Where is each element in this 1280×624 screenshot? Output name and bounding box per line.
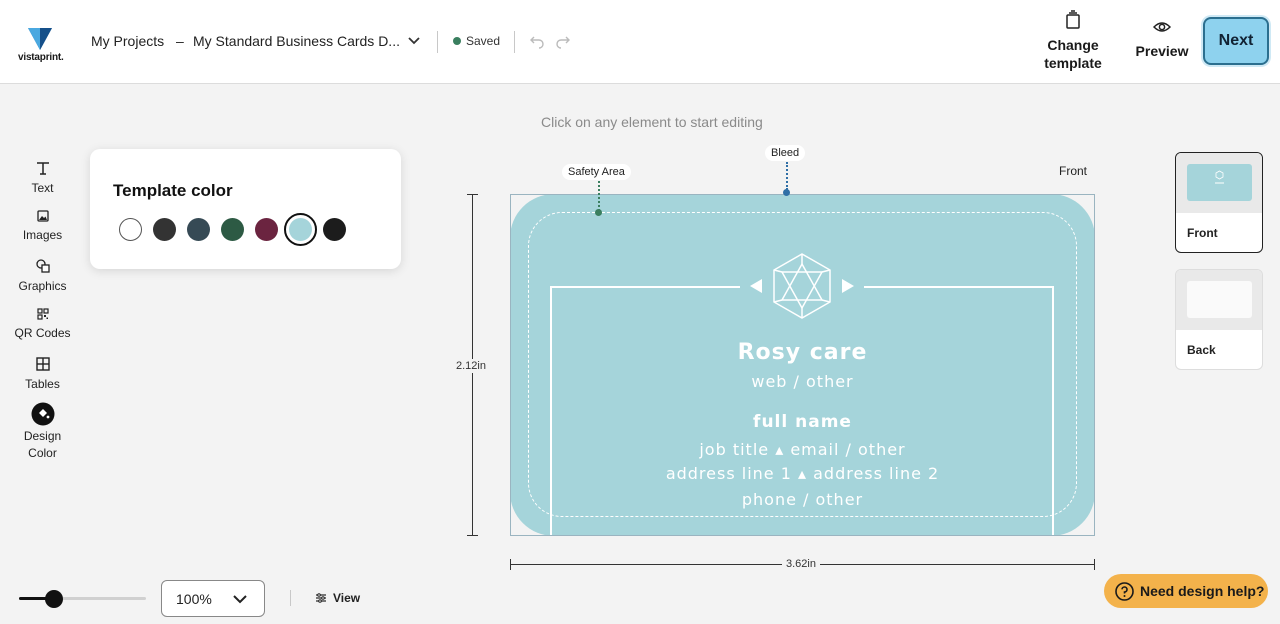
next-button[interactable]: Next — [1203, 17, 1269, 65]
top-bar: vistaprint. My Projects – My Standard Bu… — [0, 0, 1280, 84]
bleed-guide-dot — [783, 189, 790, 196]
back-side-thumbnail[interactable]: Back — [1175, 269, 1263, 370]
rail-text-label: Text — [31, 181, 54, 195]
rail-design-color[interactable]: Design Color — [0, 402, 85, 462]
divider — [514, 31, 515, 53]
rail-color-label: Color — [28, 446, 57, 460]
color-swatch-plum[interactable] — [255, 218, 278, 241]
qr-code-icon — [36, 308, 49, 320]
safety-area-label: Safety Area — [562, 164, 631, 180]
saved-status-dot — [453, 37, 461, 45]
saved-status: Saved — [466, 34, 501, 48]
rail-graphics[interactable]: Graphics — [0, 259, 85, 293]
front-side-thumbnail[interactable]: Front — [1175, 152, 1263, 253]
rail-design-label: Design — [23, 429, 62, 443]
my-projects-link[interactable]: My Projects — [91, 33, 164, 49]
bleed-outline — [510, 194, 1095, 536]
preview-label: Preview — [1135, 43, 1189, 59]
chevron-down-icon[interactable] — [406, 33, 422, 49]
front-side-label: Front — [1187, 226, 1218, 240]
view-label: View — [333, 591, 361, 605]
undo-icon[interactable] — [529, 33, 545, 49]
table-icon — [35, 357, 50, 371]
back-thumb-card — [1187, 281, 1252, 318]
rail-qr-codes-label: QR Codes — [14, 326, 71, 340]
front-thumb-card — [1187, 164, 1252, 201]
chevron-down-icon — [233, 595, 247, 604]
project-name[interactable]: My Standard Business Cards D... — [193, 33, 400, 49]
change-template-button[interactable]: Change template — [1040, 10, 1106, 72]
sliders-icon — [316, 593, 326, 603]
redo-icon[interactable] — [555, 33, 571, 49]
width-dimension-cap — [510, 559, 511, 570]
question-circle-icon — [1115, 581, 1134, 601]
rail-text[interactable]: Text — [0, 161, 85, 195]
width-label: 3.62in — [782, 558, 820, 570]
need-design-help-button[interactable]: Need design help? — [1104, 574, 1268, 608]
change-template-label-2: template — [1044, 55, 1102, 71]
color-swatch-white[interactable] — [119, 218, 142, 241]
need-design-help-label: Need design help? — [1140, 583, 1265, 599]
color-swatch-light-teal[interactable] — [284, 213, 317, 246]
paint-bucket-icon — [31, 402, 54, 426]
color-swatch-slate[interactable] — [187, 218, 210, 241]
rail-qr-codes[interactable]: QR Codes — [0, 308, 85, 340]
view-button[interactable]: View — [315, 591, 360, 605]
rail-tables-label: Tables — [25, 377, 60, 391]
layers-icon — [1066, 10, 1080, 29]
editing-hint: Click on any element to start editing — [541, 114, 763, 130]
rail-graphics-label: Graphics — [18, 279, 67, 293]
safety-area-guide-dot — [595, 209, 602, 216]
safety-area-guide — [598, 181, 600, 211]
height-label: 2.12in — [456, 359, 486, 373]
change-template-label-1: Change — [1047, 37, 1099, 53]
divider — [437, 31, 438, 53]
template-color-panel: Template color — [90, 149, 401, 269]
eye-icon — [1153, 22, 1171, 32]
bleed-label: Bleed — [765, 145, 806, 161]
front-thumb-logo-icon — [1215, 170, 1224, 184]
divider — [290, 590, 291, 606]
bleed-guide — [786, 162, 788, 190]
template-color-title: Template color — [113, 181, 233, 200]
rail-tables[interactable]: Tables — [0, 357, 85, 391]
shapes-icon — [35, 259, 50, 273]
height-dimension-cap — [467, 535, 478, 536]
color-swatch-green[interactable] — [221, 218, 244, 241]
zoom-slider-handle[interactable] — [45, 590, 63, 608]
zoom-value: 100% — [176, 591, 212, 607]
logo-text: vistaprint. — [18, 52, 64, 63]
text-icon — [36, 162, 49, 175]
width-dimension-cap — [1094, 559, 1095, 570]
color-swatch-charcoal[interactable] — [153, 218, 176, 241]
side-label: Front — [1059, 164, 1088, 178]
back-side-label: Back — [1187, 343, 1216, 357]
preview-button[interactable]: Preview — [1131, 20, 1193, 60]
image-icon — [36, 210, 49, 222]
height-dimension-cap — [467, 194, 478, 195]
breadcrumb-separator: – — [176, 33, 184, 49]
rail-images[interactable]: Images — [0, 210, 85, 242]
color-swatch-black[interactable] — [323, 218, 346, 241]
zoom-select[interactable]: 100% — [161, 580, 265, 617]
rail-images-label: Images — [22, 228, 63, 242]
